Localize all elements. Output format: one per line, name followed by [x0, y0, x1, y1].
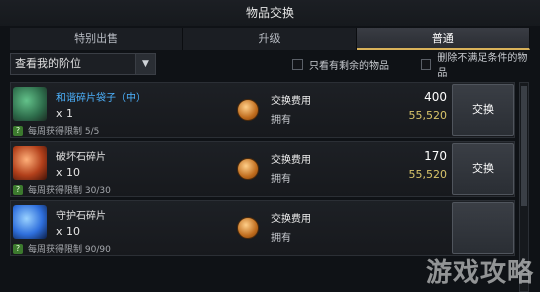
exchange-button[interactable]: [452, 202, 514, 254]
question-icon: ?: [13, 184, 23, 195]
currency-coin-icon: [237, 158, 259, 180]
exchange-item: 破坏石碎片 x 10 ? 每周获得限制 30/30 交换费用 拥有 170 55…: [10, 141, 515, 197]
checkbox-box[interactable]: [292, 58, 303, 70]
item-name: 守护石碎片: [56, 211, 106, 222]
owned-label: 拥有: [271, 233, 291, 244]
currency-coin-icon: [237, 217, 259, 239]
item-quantity: x 10: [56, 225, 81, 238]
weekly-limit: ? 每周获得限制 30/30: [13, 183, 111, 196]
weekly-limit: ? 每周获得限制 90/90: [13, 242, 111, 255]
weekly-limit-text: 每周获得限制 5/5: [28, 127, 100, 137]
question-icon: ?: [13, 125, 23, 136]
exchange-item: 守护石碎片 x 10 ? 每周获得限制 90/90 交换费用 拥有: [10, 200, 515, 256]
owned-value: 55,520: [408, 109, 448, 122]
cost-box: 交换费用 拥有 170 55,520: [267, 144, 451, 194]
remaining-only-checkbox[interactable]: 只看有剩余的物品: [292, 56, 389, 72]
question-icon: ?: [13, 243, 23, 254]
exchange-button[interactable]: 交换: [452, 84, 514, 136]
item-quantity: x 10: [56, 166, 81, 179]
remove-unmet-checkbox[interactable]: 删除不满足条件的物品: [421, 53, 530, 79]
tab-normal[interactable]: 普通: [356, 28, 530, 50]
watermark-text: 游戏攻略: [425, 258, 534, 288]
remaining-only-label: 只看有剩余的物品: [309, 60, 389, 72]
weekly-limit-text: 每周获得限制 90/90: [28, 245, 111, 255]
item-name: 和谐碎片袋子（中）: [56, 93, 146, 104]
weekly-limit: ? 每周获得限制 5/5: [13, 124, 99, 137]
exchange-button[interactable]: 交换: [452, 143, 514, 195]
owned-label: 拥有: [271, 115, 291, 126]
remove-unmet-label: 删除不满足条件的物品: [437, 53, 528, 79]
checkbox-box[interactable]: [421, 58, 432, 70]
destruction-stone-icon: [13, 146, 47, 180]
tab-bar: 特别出售 升级 普通: [10, 28, 530, 50]
guardian-stone-icon: [13, 205, 47, 239]
window-title: 物品交换: [0, 0, 540, 26]
bag-icon: [13, 87, 47, 121]
item-quantity: x 1: [56, 107, 74, 120]
cost-box: 交换费用 拥有 400 55,520: [267, 85, 451, 135]
tab-upgrade[interactable]: 升级: [183, 28, 357, 50]
scrollbar-thumb[interactable]: [521, 86, 527, 206]
tab-special-sale[interactable]: 特别出售: [10, 28, 184, 50]
cost-label: 交换费用: [271, 155, 311, 166]
filter-bar: 查看我的阶位 ▼ 只看有剩余的物品 删除不满足条件的物品: [10, 53, 530, 79]
cost-label: 交换费用: [271, 96, 311, 107]
weekly-limit-text: 每周获得限制 30/30: [28, 186, 111, 196]
tier-dropdown[interactable]: 查看我的阶位 ▼: [10, 53, 156, 75]
cost-box: 交换费用 拥有: [267, 203, 451, 253]
item-name: 破坏石碎片: [56, 152, 106, 163]
owned-label: 拥有: [271, 174, 291, 185]
cost-label: 交换费用: [271, 214, 311, 225]
currency-coin-icon: [237, 99, 259, 121]
exchange-item: 和谐碎片袋子（中） x 1 ? 每周获得限制 5/5 交换费用 拥有 400 5…: [10, 82, 515, 138]
tier-dropdown-value: 查看我的阶位: [15, 57, 81, 70]
owned-value: 55,520: [408, 168, 448, 181]
cost-value: 170: [424, 149, 447, 163]
cost-value: 400: [424, 90, 447, 104]
chevron-down-icon[interactable]: ▼: [135, 54, 155, 74]
